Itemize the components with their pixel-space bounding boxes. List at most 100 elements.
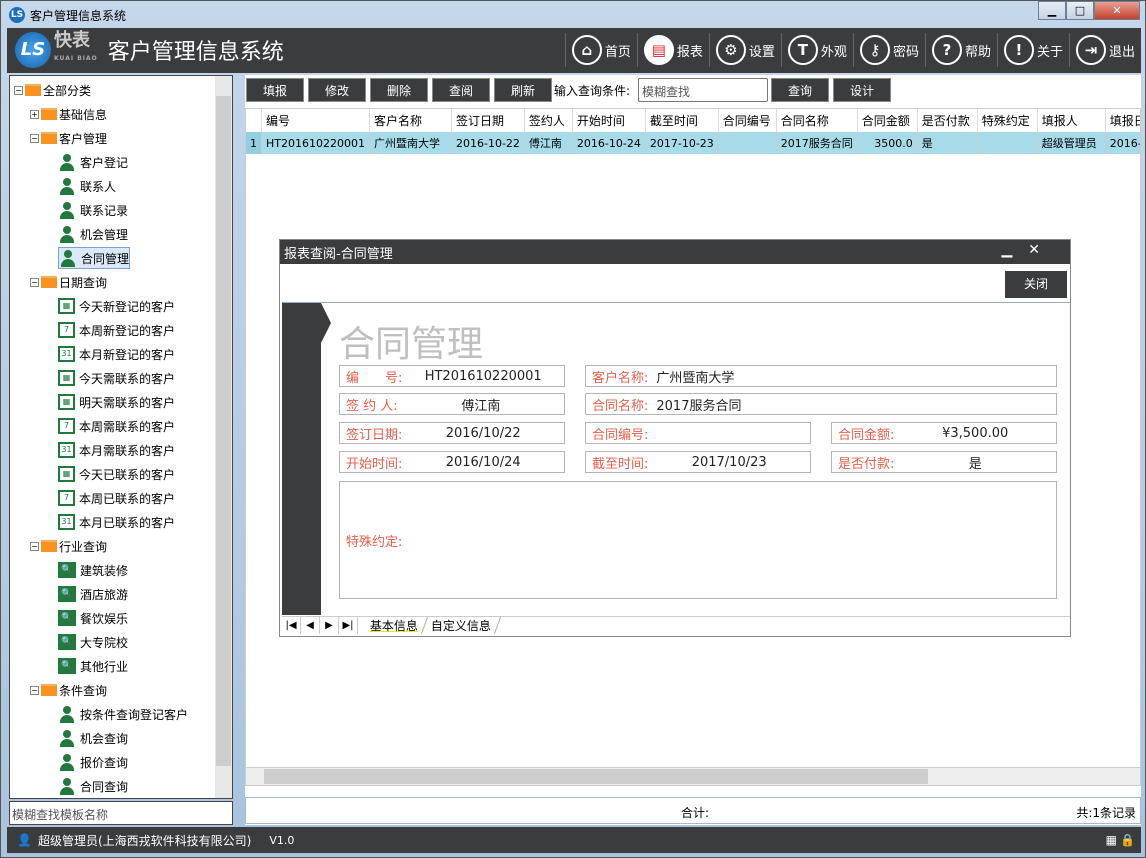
first-page-button[interactable]: |◀ bbox=[282, 617, 301, 634]
template-search-input[interactable]: 模糊查找模板名称 bbox=[9, 801, 233, 825]
lock-icon[interactable]: 🔒 bbox=[1120, 833, 1135, 847]
tree-scrollbar[interactable] bbox=[215, 76, 232, 798]
column-header[interactable]: 合同金额 bbox=[857, 109, 918, 132]
nav-gear[interactable]: ⚙ 设置 bbox=[708, 33, 781, 67]
tree-item[interactable]: 31 本月需联系的客户 bbox=[58, 439, 175, 461]
column-header[interactable]: 是否付款 bbox=[917, 109, 978, 132]
tree-item[interactable]: 🔍 其他行业 bbox=[58, 655, 128, 677]
expander-icon[interactable]: − bbox=[30, 133, 39, 143]
industry-search-icon: 🔍 bbox=[58, 562, 76, 578]
tree-item[interactable]: ▦ 今天已联系的客户 bbox=[58, 463, 175, 485]
tree-item[interactable]: 联系人 bbox=[58, 175, 116, 197]
tree-item[interactable]: ▦ 今天新登记的客户 bbox=[58, 295, 175, 317]
expander-icon[interactable]: − bbox=[30, 541, 39, 551]
toolbar-button[interactable]: 刷新 bbox=[494, 78, 552, 102]
nav-home[interactable]: ⌂ 首页 bbox=[564, 33, 637, 67]
expander-icon[interactable]: − bbox=[30, 277, 39, 287]
expander-icon[interactable]: − bbox=[30, 685, 39, 695]
nav-info[interactable]: ! 关于 bbox=[996, 33, 1069, 67]
tree-item[interactable]: 合同查询 bbox=[58, 775, 128, 797]
table-cell[interactable]: 2016- bbox=[1105, 132, 1140, 154]
tree-item[interactable]: 机会管理 bbox=[58, 223, 128, 245]
table-row[interactable]: 1 HT201610220001 广州暨南大学 2016-10-22 傅江南 2016-1… bbox=[246, 132, 1140, 154]
last-page-button[interactable]: ▶| bbox=[339, 617, 358, 634]
column-header[interactable]: 签订日期 bbox=[451, 109, 525, 132]
toolbar-button[interactable]: 查阅 bbox=[432, 78, 490, 102]
tree-item[interactable]: 7 本周已联系的客户 bbox=[58, 487, 175, 509]
tree-item[interactable]: 机会查询 bbox=[58, 727, 128, 749]
tree-item[interactable]: 按条件查询登记客户 bbox=[58, 703, 188, 725]
table-cell[interactable]: 1 bbox=[246, 132, 262, 154]
search-button[interactable]: 查询 bbox=[771, 78, 829, 102]
expander-icon[interactable]: + bbox=[30, 109, 39, 119]
tree-item[interactable]: 🔍 建筑装修 bbox=[58, 559, 128, 581]
column-header[interactable]: 签约人 bbox=[524, 109, 573, 132]
nav-key[interactable]: ⚷ 密码 bbox=[852, 33, 925, 67]
tree-item[interactable]: + 基础信息 bbox=[30, 103, 107, 125]
tree-item[interactable]: − 客户管理 bbox=[30, 127, 107, 149]
column-header[interactable]: 合同名称 bbox=[776, 109, 858, 132]
tree-item[interactable]: 报价查询 bbox=[58, 751, 128, 773]
tree-item[interactable]: ▦ 今天需联系的客户 bbox=[58, 367, 175, 389]
nav-report[interactable]: ▤ 报表 bbox=[636, 33, 709, 67]
tree-item[interactable]: ▦ 明天需联系的客户 bbox=[58, 391, 175, 413]
column-header[interactable]: 填报日 bbox=[1105, 109, 1140, 132]
tree-item[interactable]: 联系记录 bbox=[58, 199, 128, 221]
tab-custom-info[interactable]: 自定义信息 bbox=[421, 617, 502, 634]
tree-item[interactable]: − 日期查询 bbox=[30, 271, 107, 293]
column-header[interactable]: 客户名称 bbox=[369, 109, 452, 132]
dialog-minimize-button[interactable]: ▁ bbox=[1001, 242, 1028, 258]
help-icon: ? bbox=[931, 35, 962, 65]
column-header[interactable]: 特殊约定 bbox=[977, 109, 1038, 132]
tree-item[interactable]: 31 本月新登记的客户 bbox=[58, 343, 175, 365]
table-cell[interactable]: 2016-10-24 bbox=[572, 132, 646, 154]
column-header[interactable]: 开始时间 bbox=[572, 109, 646, 132]
tree-item[interactable]: 🔍 餐饮娱乐 bbox=[58, 607, 128, 629]
tree-item[interactable]: 7 本周需联系的客户 bbox=[58, 415, 175, 437]
table-cell[interactable]: 2016-10-22 bbox=[451, 132, 525, 154]
tree-item[interactable]: 7 本周新登记的客户 bbox=[58, 319, 175, 341]
table-cell[interactable]: 超级管理员 bbox=[1037, 132, 1106, 154]
prev-page-button[interactable]: ◀ bbox=[301, 617, 320, 634]
tree-item[interactable]: − 行业查询 bbox=[30, 535, 107, 557]
nav-exit[interactable]: ⇥ 退出 bbox=[1068, 33, 1141, 67]
minimize-button[interactable]: ▁ bbox=[1038, 1, 1066, 20]
table-cell[interactable]: 是 bbox=[917, 132, 978, 154]
tree-item[interactable]: 🔍 大专院校 bbox=[58, 631, 128, 653]
table-cell[interactable]: 2017服务合同 bbox=[776, 132, 858, 154]
table-cell[interactable]: 2017-10-23 bbox=[645, 132, 719, 154]
tree-item[interactable]: 客户登记 bbox=[58, 151, 128, 173]
tree-item[interactable]: 31 本月已联系的客户 bbox=[58, 511, 175, 533]
toolbar-button[interactable]: 修改 bbox=[308, 78, 366, 102]
tree-item[interactable]: 合同管理 bbox=[58, 247, 131, 269]
nav-shirt[interactable]: T 外观 bbox=[780, 33, 853, 67]
column-header[interactable]: 截至时间 bbox=[645, 109, 719, 132]
table-cell[interactable] bbox=[977, 132, 1038, 154]
tree-item[interactable]: − 条件查询 bbox=[30, 679, 107, 701]
close-button[interactable]: ✕ bbox=[1094, 1, 1140, 20]
dialog-close-button[interactable]: 关闭 bbox=[1005, 271, 1067, 298]
table-cell[interactable]: HT201610220001 bbox=[261, 132, 370, 154]
design-button[interactable]: 设计 bbox=[833, 78, 891, 102]
query-input[interactable]: 模糊查找 bbox=[638, 78, 768, 102]
grid-hscrollbar[interactable] bbox=[246, 767, 1140, 785]
column-header[interactable]: 合同编号 bbox=[718, 109, 777, 132]
dialog-close-x-button[interactable]: ✕ bbox=[1028, 242, 1056, 258]
table-cell[interactable]: 3500.0 bbox=[857, 132, 918, 154]
expander-icon[interactable]: − bbox=[14, 85, 23, 95]
column-header[interactable]: 填报人 bbox=[1037, 109, 1106, 132]
tab-basic-info[interactable]: 基本信息 bbox=[360, 617, 429, 634]
grid-menu-icon[interactable]: ▦ bbox=[1106, 833, 1117, 847]
nav-help[interactable]: ? 帮助 bbox=[924, 33, 997, 67]
table-cell[interactable]: 傅江南 bbox=[524, 132, 573, 154]
tree-item[interactable]: − 全部分类 bbox=[14, 79, 91, 101]
toolbar-button[interactable]: 删除 bbox=[370, 78, 428, 102]
column-header[interactable]: 编号 bbox=[261, 109, 370, 132]
maximize-button[interactable]: □ bbox=[1066, 1, 1094, 20]
tree-item[interactable]: 🔍 酒店旅游 bbox=[58, 583, 128, 605]
table-cell[interactable] bbox=[718, 132, 777, 154]
next-page-button[interactable]: ▶ bbox=[320, 617, 339, 634]
main-window: LS 客户管理信息系统 ▁ □ ✕ LS 快表 KUAI BIAO 客户管理信息系… bbox=[0, 0, 1146, 858]
table-cell[interactable]: 广州暨南大学 bbox=[369, 132, 452, 154]
toolbar-button[interactable]: 填报 bbox=[246, 78, 304, 102]
